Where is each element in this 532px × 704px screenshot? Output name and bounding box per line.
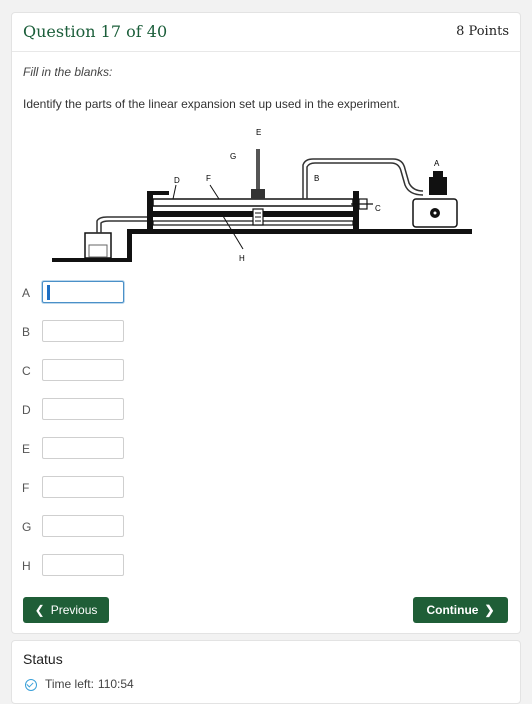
table-step (127, 229, 132, 259)
time-left-value: 110:54 (97, 677, 134, 691)
blank-label-g: G (22, 520, 32, 534)
blank-input-c[interactable] (42, 359, 124, 381)
check-circle-icon (25, 679, 37, 691)
blank-label-f: F (22, 481, 30, 495)
continue-button[interactable]: Continue ❯ (413, 597, 508, 623)
continue-button-label: Continue (426, 603, 479, 617)
label-f: F (206, 174, 211, 183)
question-card: Question 17 of 40 8 Points Fill in the b… (11, 12, 521, 634)
blank-input-g[interactable] (42, 515, 124, 537)
blank-row-d: D (12, 398, 520, 424)
blank-label-c: C (22, 364, 31, 378)
blank-input-a[interactable] (42, 281, 124, 303)
blank-row-h: H (12, 554, 520, 580)
previous-button[interactable]: ❮ Previous (23, 597, 109, 623)
question-header: Question 17 of 40 8 Points (12, 13, 520, 52)
blank-input-d[interactable] (42, 398, 124, 420)
blank-row-c: C (12, 359, 520, 385)
blank-label-a: A (22, 286, 31, 300)
chevron-left-icon: ❮ (34, 603, 45, 617)
label-c: C (375, 204, 381, 213)
support-left (147, 191, 153, 229)
blank-input-f[interactable] (42, 476, 124, 498)
support-right (353, 191, 359, 229)
blank-row-e: E (12, 437, 520, 463)
time-left-label: Time left: (45, 677, 94, 691)
text-caret (47, 285, 50, 300)
previous-button-label: Previous (50, 603, 98, 617)
beaker-water (88, 244, 108, 258)
question-title: Question 17 of 40 (23, 22, 168, 41)
blank-input-h[interactable] (42, 554, 124, 576)
table-top (127, 229, 472, 234)
steam-hose (302, 158, 424, 199)
label-e: E (256, 128, 261, 137)
time-left: Time left: 110:54 (45, 677, 134, 691)
question-prompt: Identify the parts of the linear expansi… (23, 97, 400, 111)
instruction-text: Fill in the blanks: (23, 65, 113, 79)
label-b: B (314, 174, 319, 183)
blank-input-b[interactable] (42, 320, 124, 342)
status-panel: Status Time left: 110:54 (11, 640, 521, 704)
label-d: D (174, 176, 180, 185)
blank-input-e[interactable] (42, 437, 124, 459)
blank-row-f: F (12, 476, 520, 502)
blank-label-b: B (22, 325, 31, 339)
status-title: Status (23, 651, 63, 667)
blank-label-d: D (22, 403, 31, 417)
steam-generator-flask (429, 177, 447, 195)
blank-label-h: H (22, 559, 31, 573)
blank-label-e: E (22, 442, 31, 456)
blank-row-a: A (12, 281, 520, 307)
question-points: 8 Points (456, 24, 509, 39)
blank-row-g: G (12, 515, 520, 541)
blank-row-b: B (12, 320, 520, 346)
label-h: H (239, 254, 245, 263)
chevron-right-icon: ❯ (484, 603, 495, 617)
linear-expansion-diagram: E G F D B A C H (52, 128, 472, 263)
label-a: A (434, 159, 440, 168)
label-g: G (230, 152, 236, 161)
steam-jacket (152, 198, 354, 207)
